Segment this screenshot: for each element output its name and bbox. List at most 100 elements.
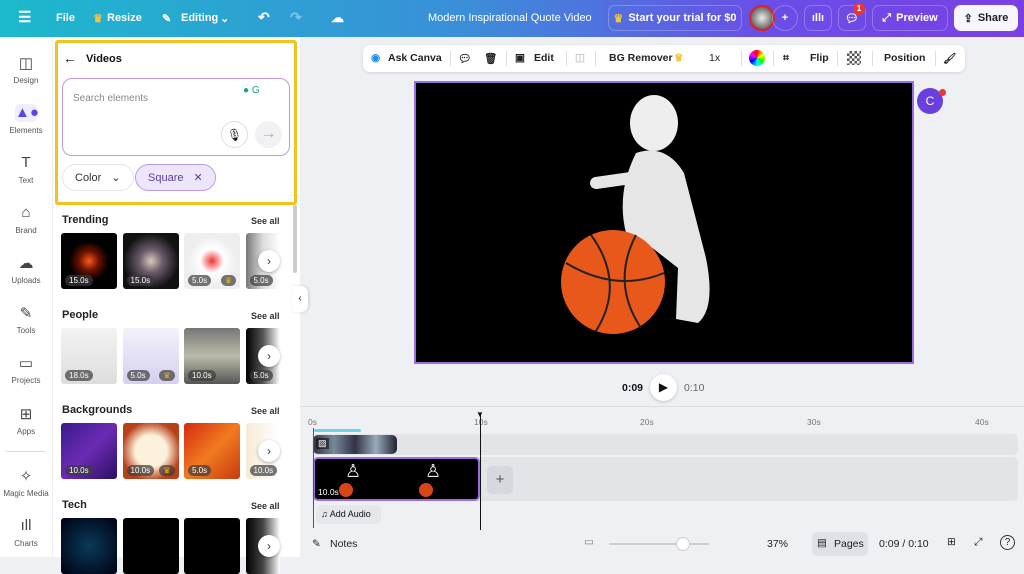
share-button[interactable]: ⇪ Share <box>954 5 1018 31</box>
microphone-icon[interactable]: 🎙︎ <box>221 121 248 148</box>
design-title[interactable]: Modern Inspirational Quote Video <box>428 12 592 24</box>
ask-canva-button[interactable]: Ask Canva <box>388 52 442 64</box>
split-icon[interactable]: ◫ <box>575 52 585 64</box>
scroll-right-button[interactable]: › <box>258 535 280 557</box>
add-clip-button[interactable]: + <box>487 466 513 494</box>
overlay-clip[interactable]: ▨ <box>313 435 397 454</box>
notes-button[interactable]: Notes <box>330 538 357 550</box>
pages-button[interactable]: ▤ Pages <box>812 532 868 556</box>
edit-button[interactable]: Edit <box>534 52 554 64</box>
submit-arrow-icon[interactable]: → <box>255 121 282 148</box>
editing-dropdown[interactable]: Editing <box>181 12 218 24</box>
see-all-link[interactable]: See all <box>251 216 280 226</box>
trash-icon[interactable]: 🗑︎ <box>484 52 497 65</box>
video-thumbnail[interactable] <box>122 518 179 574</box>
zoom-slider-handle[interactable] <box>676 537 690 551</box>
play-button[interactable]: ▶ <box>650 374 677 401</box>
chevron-down-icon[interactable]: ⌄ <box>220 12 229 25</box>
video-thumbnail[interactable]: 15.0s <box>122 233 179 289</box>
speed-button[interactable]: 1x <box>709 52 720 64</box>
color-filter-dropdown[interactable]: Color ⌄ <box>62 164 134 191</box>
rail-item-tools[interactable]: ✎ Tools <box>0 304 52 335</box>
see-all-link[interactable]: See all <box>251 311 280 321</box>
duration-badge: 18.0s <box>65 370 93 381</box>
duration-badge: 5.0s <box>188 275 212 286</box>
zoom-percent[interactable]: 37% <box>767 538 788 550</box>
see-all-link[interactable]: See all <box>251 406 280 416</box>
search-input[interactable]: Search elements ● G 🎙︎ → <box>62 78 290 156</box>
rail-item-apps[interactable]: ⊞ Apps <box>0 405 52 436</box>
duration-badge: 10.0s <box>249 465 278 476</box>
clip-frame-ball <box>339 483 353 497</box>
collapse-panel-button[interactable]: ‹ <box>292 286 308 312</box>
panel-scrollbar[interactable] <box>293 205 297 273</box>
see-all-link[interactable]: See all <box>251 501 280 511</box>
scroll-right-button[interactable]: › <box>258 440 280 462</box>
resize-button[interactable]: Resize <box>107 12 142 24</box>
rail-item-brand[interactable]: ⌂ Brand <box>0 204 52 235</box>
scroll-right-button[interactable]: › <box>258 345 280 367</box>
rail-item-design[interactable]: ◫ Design <box>0 54 52 85</box>
rail-item-magic-media[interactable]: ✧ Magic Media <box>0 467 52 498</box>
rail-label: Magic Media <box>3 489 49 498</box>
playhead[interactable] <box>480 414 481 530</box>
flip-button[interactable]: Flip <box>810 52 829 64</box>
zoom-slider[interactable] <box>609 543 709 545</box>
insights-icon[interactable]: ıllı <box>804 5 832 31</box>
start-trial-button[interactable]: ♛ Start your trial for $0 <box>608 5 742 31</box>
grid-view-icon[interactable]: ⊞ <box>947 536 956 548</box>
video-thumbnail[interactable]: 18.0s <box>61 328 117 384</box>
rail-item-elements[interactable]: ▲● Elements <box>0 104 52 135</box>
rail-item-projects[interactable]: ▭ Projects <box>0 354 52 385</box>
paint-roller-icon[interactable]: 🖌︎ <box>943 52 956 65</box>
video-thumbnail[interactable]: 5.0s <box>184 423 240 479</box>
video-canvas[interactable] <box>414 81 914 364</box>
hamburger-icon[interactable]: ☰ <box>18 8 31 26</box>
design-icon: ◫ <box>18 55 34 72</box>
video-thumbnail[interactable]: 5.0s ♛ <box>184 233 240 289</box>
add-audio-button[interactable]: ♫ Add Audio <box>316 505 381 524</box>
bg-remover-button[interactable]: BG Remover <box>609 52 673 64</box>
video-thumbnail[interactable]: 5.0s ♛ <box>122 328 179 384</box>
tick-label: 0s <box>308 417 317 427</box>
rail-item-text[interactable]: T Text <box>0 154 52 185</box>
pages-label: Pages <box>834 538 864 550</box>
transparency-icon[interactable] <box>847 51 861 65</box>
uploads-icon: ☁ <box>18 255 34 272</box>
preview-button[interactable]: ⤢ Preview <box>872 5 948 31</box>
fullscreen-icon[interactable]: ⤢ <box>974 536 982 549</box>
scroll-right-button[interactable]: › <box>258 250 280 272</box>
rail-label: Apps <box>16 427 36 436</box>
position-button[interactable]: Position <box>884 52 925 64</box>
playhead-handle-icon[interactable]: ▼ <box>476 410 484 419</box>
add-comment-icon[interactable]: 💬︎ <box>458 52 471 65</box>
add-collaborator-button[interactable]: + <box>772 5 798 31</box>
cloud-saved-icon[interactable]: ☁ <box>331 10 344 26</box>
pencil-icon: ✎ <box>162 13 172 25</box>
video-thumbnail[interactable]: 15.0s <box>61 233 117 289</box>
text-icon: T <box>21 154 31 171</box>
left-rail: ◫ Design ▲● Elements T Text ⌂ Brand ☁ Uploads… <box>0 37 52 557</box>
redo-icon[interactable]: ↷ <box>290 9 302 26</box>
file-menu[interactable]: File <box>56 12 75 24</box>
video-clip[interactable]: ♙ ♙ 10.0s <box>313 457 480 501</box>
image-icon: ▨ <box>316 438 329 449</box>
back-arrow-icon[interactable]: ← <box>63 50 77 66</box>
duration-badge: 5.0s <box>188 465 212 476</box>
help-icon[interactable]: ? <box>1000 535 1015 550</box>
square-filter-chip[interactable]: Square ✕ <box>135 164 216 191</box>
close-icon[interactable]: ✕ <box>193 171 202 184</box>
video-thumbnail[interactable]: 10.0s <box>61 423 117 479</box>
rail-item-uploads[interactable]: ☁ Uploads <box>0 254 52 285</box>
share-label: Share <box>977 12 1009 24</box>
video-thumbnail[interactable]: 10.0s <box>184 328 240 384</box>
rail-item-charts[interactable]: ıll Charts <box>0 517 52 548</box>
undo-icon[interactable]: ↶ <box>258 9 270 26</box>
page-thumbnail-icon[interactable]: ▭ <box>584 536 594 548</box>
color-wheel-icon[interactable] <box>749 50 765 66</box>
basketball-figure-image <box>561 95 710 334</box>
crop-icon[interactable]: ⌗ <box>783 52 789 65</box>
video-thumbnail[interactable]: 10.0s ♛ <box>122 423 179 479</box>
video-thumbnail[interactable] <box>61 518 117 574</box>
video-thumbnail[interactable] <box>184 518 240 574</box>
